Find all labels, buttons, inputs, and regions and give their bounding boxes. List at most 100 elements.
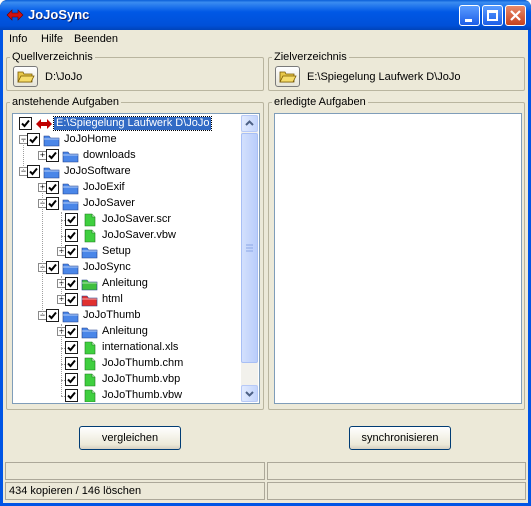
row-checkbox[interactable] — [46, 309, 59, 322]
folder-icon — [62, 181, 80, 195]
row-checkbox[interactable] — [65, 389, 78, 402]
tree-item-label[interactable]: JoJoThumb.vbp — [100, 373, 182, 386]
tree-item-label[interactable]: JoJoThumb — [81, 309, 142, 322]
done-list[interactable] — [274, 113, 522, 404]
folder-icon — [81, 245, 99, 259]
row-checkbox[interactable] — [46, 181, 59, 194]
tree-item-label[interactable]: E:\Spiegelung Laufwerk D\JoJo — [52, 116, 213, 131]
checkmark-icon — [67, 391, 76, 400]
tree-file-row[interactable]: JoJoThumb.chm — [14, 356, 243, 372]
row-checkbox[interactable] — [27, 133, 40, 146]
tree-item-label[interactable]: html — [100, 293, 125, 306]
menu-info[interactable]: Info — [9, 33, 27, 45]
row-checkbox[interactable] — [65, 325, 78, 338]
tree-folder-row[interactable]: − JoJoSoftware — [14, 164, 243, 180]
tree-folder-row[interactable]: + Anleitung — [14, 276, 243, 292]
maximize-button[interactable] — [482, 5, 503, 26]
folder-icon — [62, 149, 80, 163]
title-bar[interactable]: JoJoSync — [0, 0, 531, 30]
row-checkbox[interactable] — [46, 149, 59, 162]
row-checkbox[interactable] — [46, 261, 59, 274]
row-checkbox[interactable] — [65, 213, 78, 226]
pending-group: anstehende Aufgaben E:\Spiegelung Laufwe… — [6, 96, 264, 410]
tree-item-label[interactable]: JoJoExif — [81, 181, 127, 194]
minimize-icon — [465, 19, 472, 22]
row-checkbox[interactable] — [65, 373, 78, 386]
checkmark-icon — [67, 215, 76, 224]
folder-green-icon — [81, 277, 99, 291]
folder-icon — [43, 165, 61, 179]
row-checkbox[interactable] — [65, 357, 78, 370]
tree-folder-row[interactable]: − JoJoThumb — [14, 308, 243, 324]
folder-icon — [62, 309, 80, 323]
scroll-up-button[interactable] — [241, 115, 258, 132]
tree-file-row[interactable]: JoJoSaver.vbw — [14, 228, 243, 244]
status-left-top — [5, 462, 265, 480]
status-right-top — [267, 462, 526, 480]
tree-folder-row[interactable]: + JoJoExif — [14, 180, 243, 196]
menu-hilfe[interactable]: Hilfe — [41, 33, 63, 45]
row-checkbox[interactable] — [65, 293, 78, 306]
tree-item-label[interactable]: JoJoThumb.vbw — [100, 389, 184, 402]
tree-item-label[interactable]: JoJoSaver.vbw — [100, 229, 178, 242]
minimize-button[interactable] — [459, 5, 480, 26]
row-checkbox[interactable] — [46, 197, 59, 210]
row-checkbox[interactable] — [65, 341, 78, 354]
pending-tree-view[interactable]: E:\Spiegelung Laufwerk D\JoJo − JoJoHome + d… — [12, 113, 260, 404]
checkmark-icon — [67, 375, 76, 384]
row-checkbox[interactable] — [65, 229, 78, 242]
tree-item-label[interactable]: downloads — [81, 149, 138, 162]
checkmark-icon — [48, 311, 57, 320]
tree-item-label[interactable]: Setup — [100, 245, 133, 258]
scroll-thumb[interactable] — [241, 133, 258, 363]
checkmark-icon — [67, 279, 76, 288]
folder-icon — [81, 325, 99, 339]
tree-file-row[interactable]: JoJoThumb.vbp — [14, 372, 243, 388]
checkmark-icon — [21, 119, 30, 128]
close-button[interactable] — [505, 5, 526, 26]
pending-tree: E:\Spiegelung Laufwerk D\JoJo − JoJoHome + d… — [14, 115, 243, 402]
tree-item-label[interactable]: JoJoSaver.scr — [100, 213, 173, 226]
tree-connector — [42, 188, 43, 316]
target-browse-button[interactable] — [275, 66, 300, 87]
tree-scrollbar[interactable] — [241, 115, 258, 402]
tree-folder-row[interactable]: + Setup — [14, 244, 243, 260]
tree-item-label[interactable]: Anleitung — [100, 325, 150, 338]
tree-item-label[interactable]: JoJoSoftware — [62, 165, 133, 178]
tree-item-label[interactable]: JoJoThumb.chm — [100, 357, 185, 370]
folder-icon — [62, 197, 80, 211]
tree-connector — [61, 212, 62, 252]
source-group-label: Quellverzeichnis — [10, 51, 95, 63]
row-checkbox[interactable] — [65, 245, 78, 258]
tree-folder-row[interactable]: + downloads — [14, 148, 243, 164]
checkmark-icon — [48, 151, 57, 160]
tree-item-label[interactable]: JoJoSaver — [81, 197, 137, 210]
row-checkbox[interactable] — [19, 117, 32, 130]
tree-folder-row[interactable]: − JoJoSaver — [14, 196, 243, 212]
menu-beenden[interactable]: Beenden — [74, 33, 118, 45]
row-checkbox[interactable] — [65, 277, 78, 290]
tree-folder-row[interactable]: E:\Spiegelung Laufwerk D\JoJo — [14, 116, 243, 132]
compare-button[interactable]: vergleichen — [79, 426, 181, 450]
tree-item-label[interactable]: international.xls — [100, 341, 180, 354]
sync-button[interactable]: synchronisieren — [349, 426, 451, 450]
maximize-icon — [487, 10, 498, 21]
tree-file-row[interactable]: international.xls — [14, 340, 243, 356]
tree-folder-row[interactable]: + html — [14, 292, 243, 308]
file-icon — [81, 341, 99, 355]
tree-file-row[interactable]: JoJoThumb.vbw — [14, 388, 243, 402]
source-path: D:\JoJo — [45, 71, 83, 83]
checkmark-icon — [29, 135, 38, 144]
row-checkbox[interactable] — [27, 165, 40, 178]
window-title: JoJoSync — [28, 7, 90, 22]
tree-folder-row[interactable]: − JoJoHome — [14, 132, 243, 148]
tree-item-label[interactable]: Anleitung — [100, 277, 150, 290]
file-icon — [81, 229, 99, 243]
source-browse-button[interactable] — [13, 66, 38, 87]
tree-item-label[interactable]: JoJoSync — [81, 261, 133, 274]
tree-folder-row[interactable]: − JoJoSync — [14, 260, 243, 276]
tree-file-row[interactable]: JoJoSaver.scr — [14, 212, 243, 228]
tree-item-label[interactable]: JoJoHome — [62, 133, 119, 146]
scroll-down-button[interactable] — [241, 385, 258, 402]
tree-folder-row[interactable]: + Anleitung — [14, 324, 243, 340]
